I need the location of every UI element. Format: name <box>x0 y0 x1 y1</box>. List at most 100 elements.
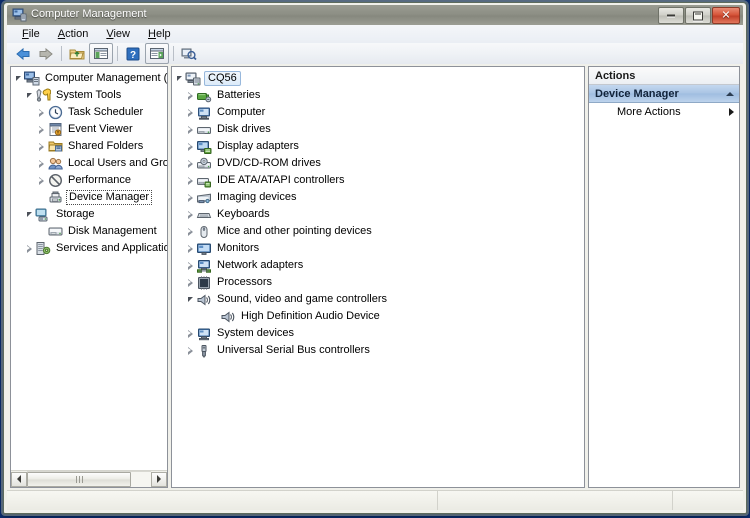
sidebar-item-device-manager[interactable]: Device Manager <box>11 189 167 206</box>
device-node-monitors[interactable]: Monitors <box>172 240 584 257</box>
tree-item-event-viewer[interactable]: Event Viewer <box>11 121 167 138</box>
scrollbar-track[interactable] <box>27 470 151 487</box>
expander-icon[interactable] <box>185 172 196 189</box>
action-more-actions[interactable]: More Actions <box>589 103 739 120</box>
tree-item-local-users-and-groups[interactable]: Local Users and Groups <box>11 155 167 172</box>
device-node-mice-and-other-pointing-devices[interactable]: Mice and other pointing devices <box>172 223 584 240</box>
performance-icon <box>47 173 63 189</box>
device-node-batteries[interactable]: Batteries <box>172 87 584 104</box>
tree-item-storage[interactable]: Storage <box>11 206 167 223</box>
device-node-display-adapters[interactable]: Display adapters <box>172 138 584 155</box>
expander-icon[interactable] <box>185 291 196 308</box>
device-node-label: DVD/CD-ROM drives <box>217 157 321 169</box>
device-node-high-definition-audio-device[interactable]: High Definition Audio Device <box>172 308 584 325</box>
menu-help[interactable]: Help <box>139 26 180 42</box>
scroll-right-arrow[interactable] <box>151 471 167 487</box>
expander-icon[interactable] <box>185 87 196 104</box>
device-node-computer[interactable]: Computer <box>172 104 584 121</box>
device-node-universal-serial-bus-controllers[interactable]: Universal Serial Bus controllers <box>172 342 584 359</box>
expander-icon[interactable] <box>36 172 47 189</box>
tree-item-label: Performance <box>68 174 131 186</box>
expander-icon[interactable] <box>185 274 196 291</box>
menu-file[interactable]: File <box>13 26 49 42</box>
tree-item-system-tools[interactable]: System Tools <box>11 87 167 104</box>
expander-icon[interactable] <box>185 121 196 138</box>
device-node-keyboards[interactable]: Keyboards <box>172 206 584 223</box>
title-bar: Computer Management ✕ <box>7 5 743 26</box>
sidebar-item-label: Device Manager <box>66 190 153 205</box>
device-node-label: System devices <box>217 327 295 339</box>
show-console-tree-button[interactable] <box>89 43 113 64</box>
device-tree-root[interactable]: CQ56 <box>172 70 584 87</box>
chevron-up-icon[interactable] <box>726 91 734 96</box>
device-node-dvd-cd-rom-drives[interactable]: DVD/CD-ROM drives <box>172 155 584 172</box>
expander-icon[interactable] <box>24 206 35 223</box>
device-node-label: Keyboards <box>217 208 270 220</box>
device-manager-pane[interactable]: CQ56 Batteries Computer Disk drives Disp… <box>171 66 585 488</box>
tree-item-services-and-applications[interactable]: Services and Applications <box>11 240 167 257</box>
help-button[interactable]: ? <box>122 44 144 63</box>
menu-view[interactable]: View <box>97 26 139 42</box>
close-button[interactable]: ✕ <box>712 7 740 24</box>
device-node-system-devices[interactable]: System devices <box>172 325 584 342</box>
show-action-pane-button[interactable] <box>145 43 169 64</box>
expander-icon[interactable] <box>36 121 47 138</box>
tree-item-performance[interactable]: Performance <box>11 172 167 189</box>
tree-item-label: Computer Management (Local <box>45 72 168 84</box>
expander-icon[interactable] <box>185 240 196 257</box>
tree-item-task-scheduler[interactable]: Task Scheduler <box>11 104 167 121</box>
computer-icon <box>185 71 201 87</box>
tree-item-shared-folders[interactable]: Shared Folders <box>11 138 167 155</box>
disk-drive-icon <box>196 122 212 138</box>
expander-icon[interactable] <box>185 138 196 155</box>
expander-icon[interactable] <box>174 70 185 87</box>
menu-action-label: ction <box>65 28 89 40</box>
action-item-label: More Actions <box>617 105 681 118</box>
expander-icon[interactable] <box>185 189 196 206</box>
horizontal-scrollbar[interactable] <box>11 470 167 487</box>
device-node-disk-drives[interactable]: Disk drives <box>172 121 584 138</box>
device-node-processors[interactable]: Processors <box>172 274 584 291</box>
expander-icon[interactable] <box>185 206 196 223</box>
forward-button[interactable] <box>35 44 57 63</box>
expander-icon[interactable] <box>36 104 47 121</box>
storage-icon <box>35 207 51 223</box>
back-button[interactable] <box>12 44 34 63</box>
content-area: Computer Management (Local System Tools <box>7 64 743 490</box>
expander-icon[interactable] <box>36 138 47 155</box>
expander-icon[interactable] <box>36 155 47 172</box>
network-adapter-icon <box>196 258 212 274</box>
scroll-left-arrow[interactable] <box>11 471 27 487</box>
expander-icon[interactable] <box>185 104 196 121</box>
console-tree: Computer Management (Local System Tools <box>11 67 167 470</box>
menu-action[interactable]: Action <box>49 26 98 42</box>
close-icon: ✕ <box>721 9 731 21</box>
keyboard-icon <box>196 207 212 223</box>
expander-icon[interactable] <box>185 223 196 240</box>
scroll-thumb[interactable] <box>27 471 131 487</box>
device-node-ide-ata-atapi-controllers[interactable]: IDE ATA/ATAPI controllers <box>172 172 584 189</box>
computer-management-icon <box>24 71 40 87</box>
expander-placeholder <box>36 223 47 240</box>
tree-item-computer-management[interactable]: Computer Management (Local <box>11 70 167 87</box>
device-node-network-adapters[interactable]: Network adapters <box>172 257 584 274</box>
expander-icon[interactable] <box>24 87 35 104</box>
actions-group-device-manager[interactable]: Device Manager <box>589 85 739 103</box>
device-node-sound-video-and-game-controllers[interactable]: Sound, video and game controllers <box>172 291 584 308</box>
minimize-button[interactable] <box>658 7 684 24</box>
up-folder-button[interactable] <box>66 44 88 63</box>
expander-icon[interactable] <box>185 342 196 359</box>
maximize-button[interactable] <box>685 7 711 24</box>
expander-icon[interactable] <box>24 240 35 257</box>
console-tree-pane[interactable]: Computer Management (Local System Tools <box>10 66 168 488</box>
tree-item-disk-management[interactable]: Disk Management <box>11 223 167 240</box>
disk-management-icon <box>47 224 63 240</box>
expander-icon[interactable] <box>13 70 24 87</box>
actions-header: Actions <box>589 67 739 85</box>
expander-icon[interactable] <box>185 257 196 274</box>
expander-icon[interactable] <box>185 155 196 172</box>
tree-item-label: Local Users and Groups <box>68 157 168 169</box>
device-node-imaging-devices[interactable]: Imaging devices <box>172 189 584 206</box>
expander-icon[interactable] <box>185 325 196 342</box>
scan-hardware-button[interactable] <box>178 44 200 63</box>
